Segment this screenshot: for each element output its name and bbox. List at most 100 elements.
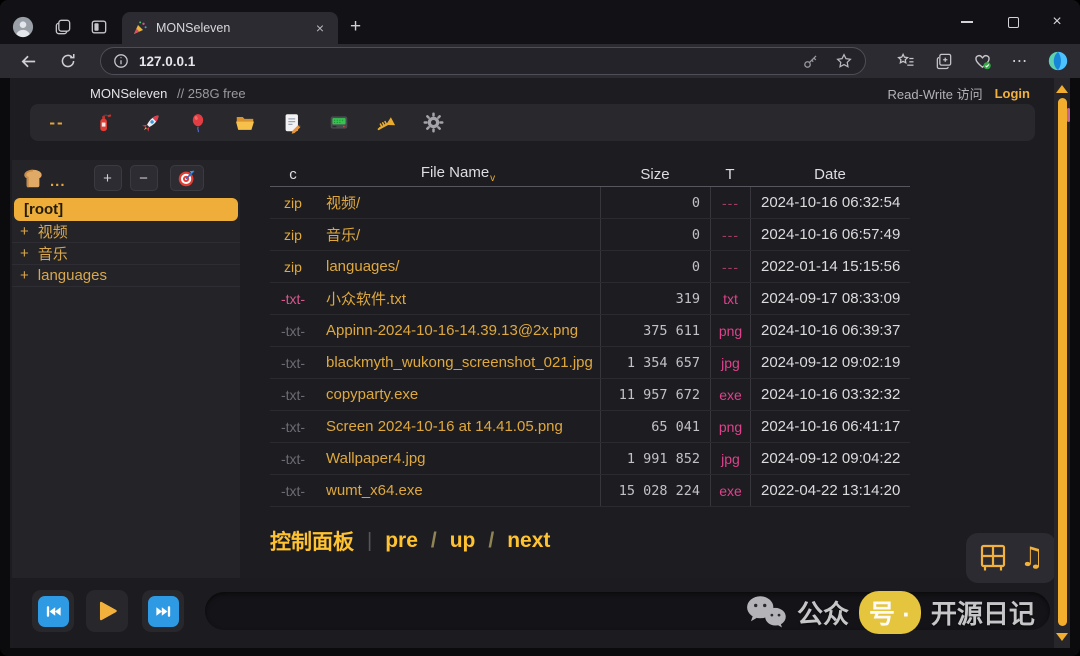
- file-table-body: zip 视频/ 0 --- 2024-10-16 06:32:54 zip 音乐…: [270, 187, 910, 507]
- nav-link-up[interactable]: up: [450, 529, 476, 553]
- file-link[interactable]: 视频/: [316, 192, 600, 213]
- tab-title: MONSeleven: [156, 21, 312, 35]
- new-document-button[interactable]: [280, 110, 304, 136]
- collections-button[interactable]: [932, 49, 956, 73]
- window-maximize-button[interactable]: [996, 10, 1030, 34]
- workspaces-button[interactable]: [52, 16, 74, 38]
- tree-item-label: languages: [38, 267, 107, 284]
- window-close-button[interactable]: ×: [1040, 10, 1074, 34]
- sidebar-tree-item[interactable]: + 音乐: [12, 243, 240, 265]
- control-panel-link[interactable]: 控制面板: [270, 526, 354, 556]
- up2k-upload-button[interactable]: [139, 110, 163, 136]
- message-button[interactable]: [327, 110, 351, 136]
- sidebar-item-root[interactable]: [root]: [14, 198, 238, 221]
- login-link[interactable]: Login: [995, 86, 1030, 101]
- table-row[interactable]: -txt- wumt_x64.exe 15 028 224 exe 2022-0…: [270, 475, 910, 507]
- browser-essentials-button[interactable]: [970, 49, 994, 73]
- jump-to-folder-button[interactable]: [170, 165, 204, 191]
- scroll-down-arrow-icon[interactable]: [1056, 633, 1068, 641]
- file-table-header: c File Namev Size T Date: [270, 162, 910, 187]
- table-row[interactable]: -txt- copyparty.exe 11 957 672 exe 2024-…: [270, 379, 910, 411]
- address-input[interactable]: 127.0.0.1: [100, 47, 866, 75]
- file-link[interactable]: Screen 2024-10-16 at 14.41.05.png: [316, 418, 600, 435]
- music-note-icon[interactable]: ♫: [1020, 543, 1044, 573]
- browser-tab[interactable]: MONSeleven ×: [122, 12, 338, 44]
- column-header-size[interactable]: Size: [600, 166, 710, 183]
- grid-view-icon[interactable]: [978, 543, 1008, 573]
- file-link[interactable]: Appinn-2024-10-16-14.39.13@2x.png: [316, 322, 600, 339]
- row-download-toggle[interactable]: -txt-: [270, 323, 316, 339]
- breadcrumb-toggle-button[interactable]: [20, 165, 46, 191]
- expand-node-icon[interactable]: +: [20, 267, 29, 284]
- table-row[interactable]: zip 视频/ 0 --- 2024-10-16 06:32:54: [270, 187, 910, 219]
- row-download-toggle[interactable]: -txt-: [270, 451, 316, 467]
- table-row[interactable]: -txt- Screen 2024-10-16 at 14.41.05.png …: [270, 411, 910, 443]
- nav-link-pre[interactable]: pre: [385, 529, 418, 553]
- basic-upload-button[interactable]: [186, 110, 210, 136]
- scroll-up-arrow-icon[interactable]: [1056, 85, 1068, 93]
- column-header-type[interactable]: T: [710, 166, 750, 183]
- sidebar-tree-item[interactable]: + 视频: [12, 221, 240, 243]
- column-header-name[interactable]: File Namev: [316, 164, 600, 184]
- table-row[interactable]: -txt- blackmyth_wukong_screenshot_021.jp…: [270, 347, 910, 379]
- profile-avatar[interactable]: [12, 16, 34, 38]
- password-key-icon[interactable]: [802, 53, 819, 70]
- row-download-toggle[interactable]: -txt-: [270, 291, 316, 307]
- row-download-toggle[interactable]: -txt-: [270, 387, 316, 403]
- page-scrollbar[interactable]: [1054, 78, 1070, 648]
- file-link[interactable]: languages/: [316, 258, 600, 275]
- row-download-toggle[interactable]: -txt-: [270, 419, 316, 435]
- copilot-button[interactable]: [1046, 49, 1070, 73]
- window-minimize-button[interactable]: [950, 10, 984, 34]
- tab-close-button[interactable]: ×: [312, 20, 328, 36]
- favorites-bar-button[interactable]: [894, 49, 918, 73]
- scrollbar-thumb[interactable]: [1058, 98, 1067, 626]
- file-link[interactable]: wumt_x64.exe: [316, 482, 600, 499]
- favorite-star-icon[interactable]: [835, 52, 853, 70]
- previous-track-button[interactable]: [32, 590, 74, 632]
- play-button[interactable]: [86, 590, 128, 632]
- sidebar-tree-item[interactable]: + languages: [12, 265, 240, 287]
- row-download-toggle[interactable]: zip: [270, 259, 316, 275]
- refresh-button[interactable]: [56, 50, 80, 72]
- unpost-button[interactable]: [92, 110, 116, 136]
- row-download-toggle[interactable]: -txt-: [270, 355, 316, 371]
- url-text[interactable]: 127.0.0.1: [139, 54, 802, 69]
- new-folder-button[interactable]: [233, 110, 257, 136]
- vertical-tabs-button[interactable]: [88, 16, 110, 38]
- settings-more-button[interactable]: ⋯: [1008, 49, 1032, 73]
- sidebar-dots-button[interactable]: ...: [50, 173, 66, 190]
- server-name[interactable]: MONSeleven: [90, 86, 167, 101]
- expand-node-icon[interactable]: +: [20, 223, 29, 240]
- back-button[interactable]: [16, 50, 40, 72]
- table-row[interactable]: -txt- Appinn-2024-10-16-14.39.13@2x.png …: [270, 315, 910, 347]
- expand-node-icon[interactable]: +: [20, 245, 29, 262]
- site-info-icon[interactable]: [113, 53, 129, 69]
- file-table: c File Namev Size T Date zip 视频/ 0 --- 2…: [270, 162, 910, 507]
- row-download-toggle[interactable]: -txt-: [270, 483, 316, 499]
- file-date: 2024-10-16 06:41:17: [750, 411, 910, 442]
- table-row[interactable]: -txt- Wallpaper4.jpg 1 991 852 jpg 2024-…: [270, 443, 910, 475]
- table-row[interactable]: -txt- 小众软件.txt 319 txt 2024-09-17 08:33:…: [270, 283, 910, 315]
- avatar-icon: [12, 16, 34, 38]
- collapse-tree-button[interactable]: −: [130, 165, 158, 191]
- file-size: 0: [600, 251, 710, 282]
- file-link[interactable]: copyparty.exe: [316, 386, 600, 403]
- file-link[interactable]: 小众软件.txt: [316, 288, 600, 309]
- audio-player-button[interactable]: [374, 110, 398, 136]
- new-tab-button[interactable]: +: [350, 16, 361, 38]
- file-link[interactable]: blackmyth_wukong_screenshot_021.jpg: [316, 354, 600, 371]
- collapse-toolbar-button[interactable]: --: [45, 110, 69, 136]
- settings-button[interactable]: [421, 110, 445, 136]
- row-download-toggle[interactable]: zip: [270, 195, 316, 211]
- file-link[interactable]: 音乐/: [316, 224, 600, 245]
- table-row[interactable]: zip languages/ 0 --- 2022-01-14 15:15:56: [270, 251, 910, 283]
- next-track-button[interactable]: [142, 590, 184, 632]
- column-header-c[interactable]: c: [270, 166, 316, 183]
- expand-tree-button[interactable]: +: [94, 165, 122, 191]
- file-link[interactable]: Wallpaper4.jpg: [316, 450, 600, 467]
- nav-link-next[interactable]: next: [507, 529, 550, 553]
- column-header-date[interactable]: Date: [750, 166, 910, 183]
- table-row[interactable]: zip 音乐/ 0 --- 2024-10-16 06:57:49: [270, 219, 910, 251]
- row-download-toggle[interactable]: zip: [270, 227, 316, 243]
